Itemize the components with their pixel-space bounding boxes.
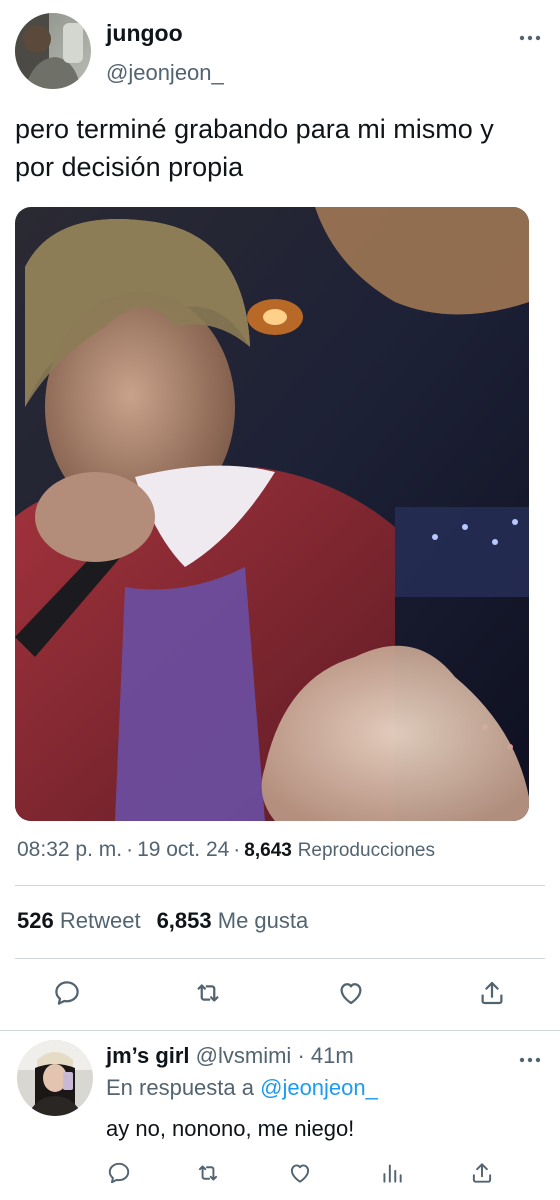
reply-author-avatar[interactable]: [17, 1040, 93, 1116]
author-name[interactable]: jungoo: [106, 20, 183, 47]
tweet-photo[interactable]: [15, 207, 529, 821]
more-dots-icon[interactable]: [516, 24, 544, 52]
retweet-count: 526: [17, 908, 54, 933]
reply-time[interactable]: 41m: [311, 1043, 354, 1068]
meta-separator: ·: [126, 838, 134, 861]
author-avatar[interactable]: [15, 13, 91, 89]
author-handle[interactable]: @jeonjeon_: [106, 60, 224, 86]
reply-text: ay no, nonono, me niego!: [106, 1116, 355, 1141]
like-icon[interactable]: [336, 978, 366, 1008]
reply-icon[interactable]: [52, 978, 82, 1008]
tweet-date[interactable]: 19 oct. 24: [137, 838, 229, 861]
reply-separator: ·: [297, 1043, 305, 1068]
share-icon[interactable]: [477, 978, 507, 1008]
divider: [15, 885, 545, 886]
tweet-stats: 526 Retweet 6,853 Me gusta: [17, 908, 308, 934]
divider: [15, 958, 545, 959]
retweet-stat[interactable]: 526 Retweet: [17, 908, 141, 933]
meta-separator: ·: [233, 838, 241, 861]
reply-header: jm’s girl @lvsmimi · 41m: [106, 1043, 354, 1069]
tweet-text: pero terminé grabando para mi mismo y po…: [15, 114, 494, 182]
views-label: Reproducciones: [297, 840, 435, 861]
share-icon[interactable]: [469, 1160, 495, 1186]
reply-context-prefix: En respuesta a: [106, 1075, 254, 1100]
tweet-time[interactable]: 08:32 p. m.: [17, 838, 122, 861]
views-icon[interactable]: [379, 1160, 405, 1186]
reply-author-handle[interactable]: @lvsmimi: [196, 1043, 292, 1068]
like-icon[interactable]: [287, 1160, 313, 1186]
reply-context-mention[interactable]: @jeonjeon_: [260, 1075, 378, 1100]
views-count: 8,643: [244, 840, 292, 861]
retweet-label: Retweet: [59, 908, 141, 933]
more-dots-icon[interactable]: [516, 1046, 544, 1074]
retweet-icon[interactable]: [195, 1160, 221, 1186]
tweet-meta: 08:32 p. m. · 19 oct. 24 · 8,643 Reproduccio…: [17, 838, 435, 862]
reply-icon[interactable]: [106, 1160, 132, 1186]
like-label: Me gusta: [217, 908, 309, 933]
like-stat[interactable]: 6,853 Me gusta: [157, 908, 309, 933]
retweet-icon[interactable]: [193, 978, 223, 1008]
like-count: 6,853: [156, 908, 212, 933]
section-divider: [0, 1030, 560, 1031]
reply-context: En respuesta a @jeonjeon_: [106, 1075, 378, 1101]
reply-author-name[interactable]: jm’s girl: [106, 1043, 190, 1068]
